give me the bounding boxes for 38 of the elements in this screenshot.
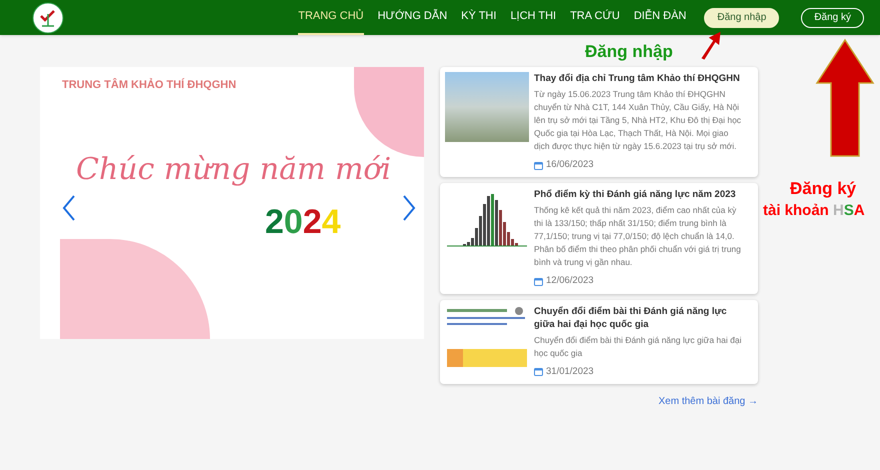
more-posts-link[interactable]: Xem thêm bài đăng →: [658, 394, 758, 409]
calendar-icon: [534, 276, 543, 286]
auth-button[interactable]: Đăng ký: [801, 8, 864, 28]
banner-greeting: Chúc mừng năm mới: [76, 151, 392, 189]
news-title[interactable]: Thay đổi địa chỉ Trung tâm Khảo thí ĐHQGHN: [534, 72, 745, 85]
news-date: 31/01/2023: [546, 364, 594, 378]
nav-link[interactable]: HƯỚNG DẪN: [378, 0, 448, 35]
calendar-icon: [534, 160, 543, 170]
news-title[interactable]: Chuyển đổi điểm bài thi Đánh giá năng lực giữa hai đại học quốc gia: [534, 304, 745, 330]
up-arrow-icon: [815, 38, 875, 158]
auth-button[interactable]: Đăng nhập: [704, 8, 780, 28]
nav-link[interactable]: TRA CỨU: [570, 0, 620, 35]
register-annotation: Đăng ký: [790, 178, 856, 200]
news-summary: Chuyển đổi điểm bài thi Đánh giá năng lực giữa hai đại học quốc gia: [534, 334, 742, 360]
year-digit: 4: [322, 205, 341, 239]
register-annotation-part: H: [833, 201, 844, 221]
register-annotation-part: S: [844, 201, 854, 221]
register-annotation-part: A: [854, 201, 865, 221]
news-title[interactable]: Phổ điểm kỳ thi Đánh giá năng lực năm 2023: [534, 188, 745, 202]
calendar-icon: [534, 367, 543, 376]
news-card[interactable]: [440, 67, 758, 178]
news-summary: Thống kê kết quả thi năm 2023, điểm cao nhất của kỳ thi là 133/150; thấp nhất 31/150; điểm trung bình là 77,1/150; trung vị tại 77,0/150; độ lệch chuẩn là 14,0. Phân bố điểm thi theo phân phối chuẩn với giá trị trung bình và trung vị gần nhau.: [534, 204, 742, 270]
news-date: 16/06/2023: [546, 158, 594, 172]
nav-link[interactable]: DIỄN ĐÀN: [634, 0, 686, 35]
banner-org-text: TRUNG TÂM KHẢO THÍ ĐHQGHN: [62, 77, 236, 93]
nav-link[interactable]: LỊCH THI: [510, 0, 556, 35]
news-summary: Từ ngày 15.06.2023 Trung tâm Khảo thí ĐHQGHN chuyển từ Nhà C1T, 144 Xuân Thủy, Cầu Giấy, Hà Nội lên trụ sở mới tại Tầng 5, Nhà HT2, Khu Đô thị Đại học Quốc gia tại Hòa Lạc, Thạch Thất, Hà Nội. Mọi giao dịch được thực hiện từ ngày 15.6.2023 tại trụ sở mới.: [534, 88, 742, 153]
news-date: 12/06/2023: [546, 274, 594, 288]
register-annotation-part: tài khoản: [763, 201, 830, 221]
arrow-icon: [700, 30, 722, 60]
year-digit: 0: [284, 205, 303, 239]
year-digit: 2: [265, 205, 284, 239]
news-card[interactable]: Chuyển đổi điểm bài thi Đánh giá năng lực giữa hai đại học quốc gia Chuyển đổi điểm bài thi Đánh giá năng lực giữa hai đại học quốc gia 31/01/2023: [440, 300, 758, 384]
year-digit: 2: [302, 205, 322, 239]
news-card[interactable]: [440, 183, 758, 294]
nav-link[interactable]: TRANG CHỦ: [298, 0, 364, 35]
nav-link[interactable]: KỲ THI: [461, 0, 496, 35]
login-annotation: Đăng nhập: [585, 41, 673, 63]
